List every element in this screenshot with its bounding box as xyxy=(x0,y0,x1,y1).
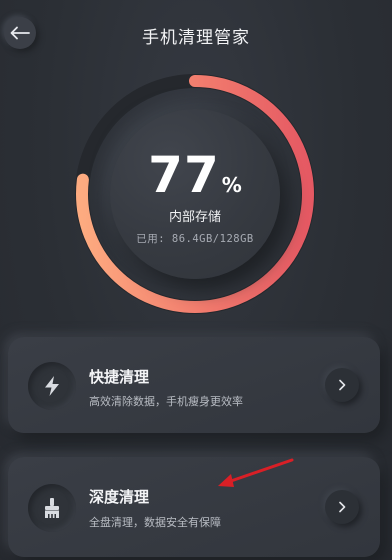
storage-percent: 77% xyxy=(73,146,317,204)
quick-clean-subtitle: 高效清除数据，手机瘦身更效率 xyxy=(89,395,243,408)
broom-icon xyxy=(28,484,76,532)
cleaner-screen: 手机清理管家 77% 内部存储 已用: 86.4GB/128GB 快捷清理 高效… xyxy=(0,0,392,560)
storage-label: 内部存储 xyxy=(168,210,221,225)
deep-clean-subtitle: 全盘清理，数据安全有保障 xyxy=(89,516,221,529)
chevron-right-icon xyxy=(339,379,346,391)
quick-clean-go-button[interactable] xyxy=(325,368,359,402)
annotation-arrow-icon xyxy=(218,458,294,487)
page-title: 手机清理管家 xyxy=(142,28,250,48)
quick-clean-title: 快捷清理 xyxy=(89,368,150,386)
quick-clean-card[interactable]: 快捷清理 高效清除数据，手机瘦身更效率 xyxy=(8,337,380,433)
percent-sign: % xyxy=(221,173,242,197)
deep-clean-go-button[interactable] xyxy=(325,490,359,524)
storage-used-text: 已用: 86.4GB/128GB xyxy=(136,233,254,245)
deep-clean-card[interactable]: 深度清理 全盘清理，数据安全有保障 xyxy=(8,457,380,557)
deep-clean-title: 深度清理 xyxy=(89,488,150,506)
storage-ring: 77% 内部存储 已用: 86.4GB/128GB xyxy=(73,72,317,316)
lightning-bolt-icon xyxy=(28,362,76,410)
percent-value: 77 xyxy=(148,146,220,204)
chevron-right-icon xyxy=(339,501,346,513)
